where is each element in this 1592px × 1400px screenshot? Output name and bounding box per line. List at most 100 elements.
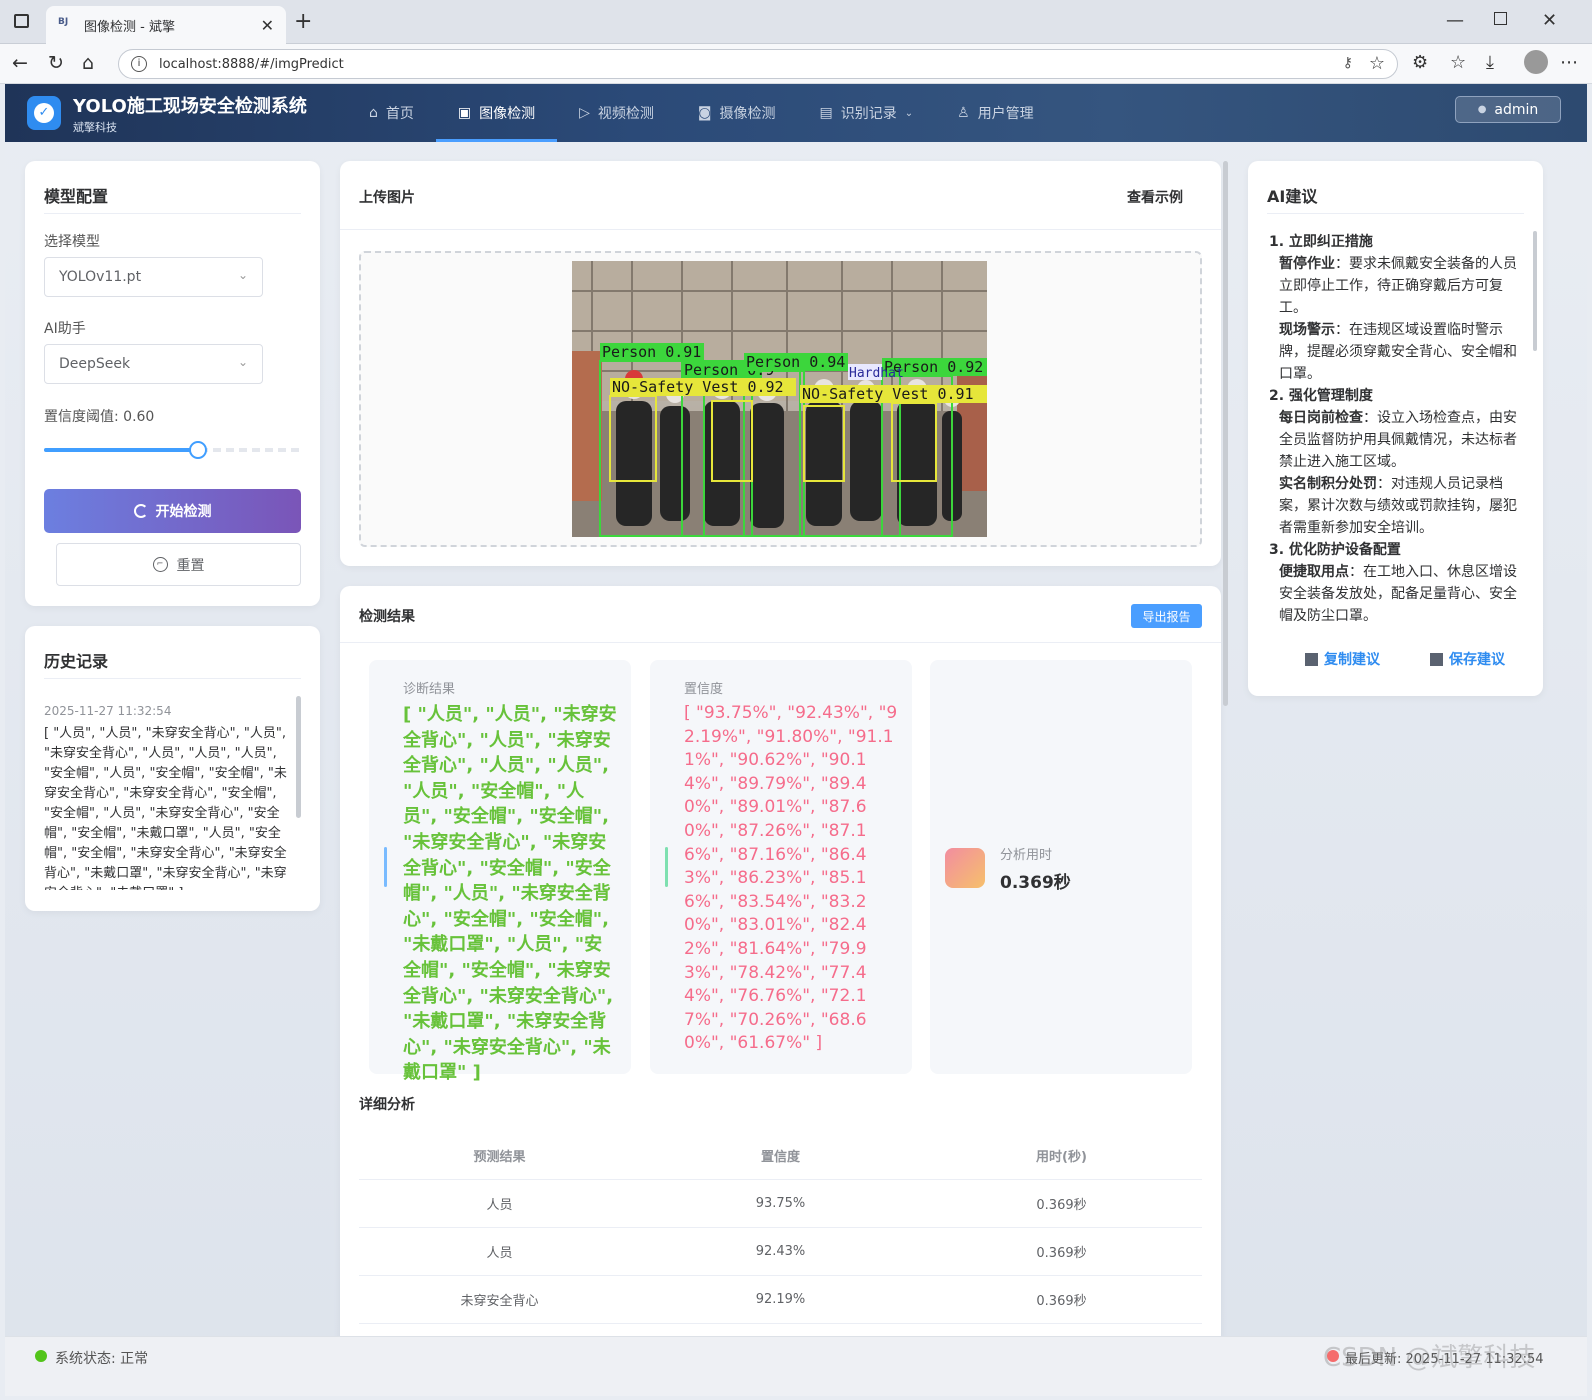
menu-label: 图像检测: [479, 106, 536, 122]
menu-home[interactable]: ⌂ 首页: [347, 84, 436, 142]
detection-label: Person 0.94: [746, 353, 845, 371]
back-icon[interactable]: ←: [12, 52, 28, 74]
history-title: 历史记录: [44, 652, 109, 671]
model-label: 选择模型: [44, 234, 100, 250]
column-header[interactable]: 置信度: [640, 1146, 921, 1165]
menu-image-detect[interactable]: ▣ 图像检测: [435, 84, 558, 142]
table-row: 人员 93.75% 0.369秒: [359, 1180, 1202, 1228]
profile-avatar[interactable]: [1524, 50, 1548, 74]
threshold-label: 置信度阈值: 0.60: [44, 409, 155, 425]
save-advice-button[interactable]: 保存建议: [1430, 649, 1505, 669]
column-header[interactable]: 预测结果: [359, 1146, 640, 1165]
copy-advice-button[interactable]: 复制建议: [1305, 649, 1380, 669]
play-icon: ▷: [579, 105, 590, 121]
ai-select-value: DeepSeek: [59, 356, 131, 372]
document-icon: ▤: [819, 105, 833, 121]
user-button[interactable]: ● admin: [1455, 96, 1561, 123]
slider-fill: [44, 448, 199, 452]
brand: YOLO施工现场安全检测系统 斌擎科技: [73, 92, 307, 135]
close-window-icon[interactable]: ✕: [1542, 10, 1557, 31]
site-info-icon[interactable]: i: [131, 56, 147, 72]
model-config-title: 模型配置: [44, 187, 109, 206]
tab-list-icon[interactable]: [14, 14, 29, 28]
reset-button[interactable]: ⌐ 重置: [56, 543, 301, 586]
slider-handle[interactable]: [189, 441, 208, 459]
ai-select[interactable]: DeepSeek ⌄: [44, 344, 263, 384]
history-card: 历史记录 2025-11-27 11:32:54 [ "人员", "人员", "…: [25, 626, 320, 911]
camera-icon: ◙: [697, 105, 712, 121]
user-icon: ●: [1477, 104, 1487, 115]
detection-label: NO-Safety Vest 0.91: [802, 385, 974, 403]
cell-time: 0.369秒: [1036, 1246, 1087, 1261]
address-bar[interactable]: i localhost:8888/#/imgPredict ⚷ ☆: [118, 49, 1398, 79]
advice-scrollbar[interactable]: [1533, 231, 1537, 351]
center-scrollbar[interactable]: [1223, 161, 1228, 706]
chevron-down-icon: ⌄: [237, 355, 248, 369]
minimize-icon[interactable]: —: [1446, 10, 1464, 31]
home-icon: ⌂: [369, 105, 378, 121]
downloads-icon[interactable]: ⤓: [1486, 52, 1494, 73]
start-detect-button[interactable]: 开始检测: [44, 489, 301, 533]
cell-result: 未穿安全背心: [460, 1294, 539, 1309]
app-header: ✓ YOLO施工现场安全检测系统 斌擎科技 ⌂ 首页 ▣ 图像检测 ▷ 视频检测 ◙ 摄…: [5, 84, 1587, 142]
app-title: YOLO施工现场安全检测系统: [73, 96, 307, 117]
advice-item: 每日岗前检查：设立入场检查点，由安全员监督防护用具佩戴情况，未达标者禁止进入施工…: [1279, 410, 1517, 470]
detection-result-image: Person 0.91 Person 0.9 Person 0.94 Perso…: [572, 261, 987, 537]
results-card: 检测结果 导出报告 诊断结果 [ "人员", "人员", "未穿安全背心", "…: [340, 586, 1221, 1346]
favorite-star-icon[interactable]: ☆: [1369, 53, 1385, 74]
reload-icon[interactable]: ↻: [48, 52, 64, 74]
address-toolbar: ← ↻ ⌂ i localhost:8888/#/imgPredict ⚷ ☆ …: [0, 44, 1592, 84]
chevron-down-icon: ⌄: [237, 268, 248, 282]
menu-label: 用户管理: [977, 106, 1034, 122]
history-scrollbar[interactable]: [296, 696, 301, 818]
menu-video-detect[interactable]: ▷ 视频检测: [557, 84, 676, 142]
start-detect-label: 开始检测: [155, 504, 212, 520]
more-icon[interactable]: ⋯: [1560, 52, 1578, 73]
cell-result: 人员: [486, 1198, 513, 1213]
history-list[interactable]: 2025-11-27 11:32:54 [ "人员", "人员", "未穿安全背…: [44, 704, 294, 890]
table-row: 未穿安全背心 92.19% 0.369秒: [359, 1276, 1202, 1324]
divider: [340, 642, 1221, 643]
password-key-icon[interactable]: ⚷: [1343, 55, 1353, 71]
watermark: CSDN @斌擎科技: [1323, 1343, 1536, 1373]
extensions-icon[interactable]: ⚙: [1412, 52, 1428, 73]
example-link[interactable]: 查看示例: [1127, 187, 1183, 207]
ai-advice-content[interactable]: 1. 立即纠正措施 暂停作业：要求未佩戴安全装备的人员立即停止工作，待正确穿戴后方…: [1267, 231, 1523, 624]
model-select-value: YOLOv11.pt: [59, 269, 142, 285]
maximize-icon[interactable]: [1494, 12, 1507, 25]
upload-title: 上传图片: [359, 190, 415, 206]
browser-tab[interactable]: BJ 图像检测 - 斌擎 ✕: [46, 6, 286, 44]
status-bar: 系统状态: 正常 最后更新: 2025-11-27 11:32:54 CSDN …: [5, 1336, 1587, 1396]
new-tab-icon[interactable]: +: [294, 9, 312, 34]
favorites-icon[interactable]: ☆: [1450, 52, 1466, 73]
time-label: 分析用时: [1000, 848, 1053, 863]
diagnosis-label: 诊断结果: [403, 682, 456, 697]
column-header[interactable]: 用时(秒): [921, 1146, 1202, 1165]
time-panel: 分析用时 0.369秒: [930, 660, 1192, 1074]
confidence-panel: 置信度 [ "93.75%", "92.43%", "92.19%", "91.…: [650, 660, 912, 1074]
home-icon[interactable]: ⌂: [82, 52, 94, 74]
advice-heading: 3. 优化防护设备配置: [1269, 542, 1401, 558]
threshold-slider[interactable]: [44, 441, 301, 459]
close-tab-icon[interactable]: ✕: [261, 16, 274, 35]
clock-icon: ⌐: [152, 557, 168, 572]
export-report-button[interactable]: 导出报告: [1131, 604, 1202, 628]
save-advice-label: 保存建议: [1449, 652, 1505, 668]
menu-records[interactable]: ▤ 识别记录 ⌄: [798, 84, 936, 142]
confidence-value: [ "93.75%", "92.43%", "92.19%", "91.80%"…: [684, 703, 898, 1054]
menu-label: 视频检测: [597, 106, 654, 122]
history-entry[interactable]: [ "人员", "人员", "未穿安全背心", "人员", "未穿安全背心", …: [44, 724, 294, 890]
menu-user-manage[interactable]: ♙ 用户管理: [935, 84, 1056, 142]
confidence-label: 置信度: [684, 682, 724, 697]
menu-camera-detect[interactable]: ◙ 摄像检测: [676, 84, 798, 142]
app-subtitle: 斌擎科技: [73, 121, 117, 134]
spinner-icon: [133, 504, 148, 518]
ai-label: AI助手: [44, 321, 86, 337]
tab-favicon: BJ: [58, 17, 69, 27]
copy-icon: [1305, 652, 1318, 666]
diagnosis-value: [ "人员", "人员", "未穿安全背心", "人员", "未穿安全背心", …: [403, 704, 617, 1084]
model-select[interactable]: YOLOv11.pt ⌄: [44, 257, 263, 297]
menu-label: 摄像检测: [719, 106, 776, 122]
upload-dropzone[interactable]: Person 0.91 Person 0.9 Person 0.94 Perso…: [359, 251, 1202, 547]
cell-result: 人员: [486, 1246, 513, 1261]
